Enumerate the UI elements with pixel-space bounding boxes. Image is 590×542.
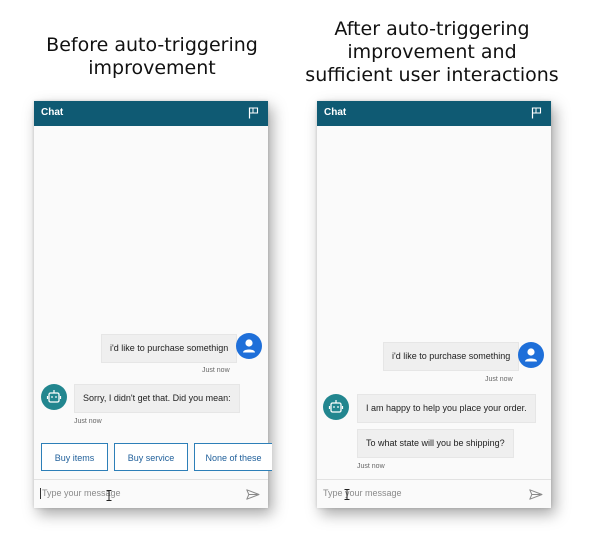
person-icon: [525, 348, 537, 362]
message-input-bar[interactable]: Type your message: [34, 479, 268, 508]
suggestion-buy-items[interactable]: Buy items: [41, 443, 108, 471]
left-caption-line-2: improvement: [88, 57, 216, 79]
bot-icon: [46, 390, 62, 403]
chat-header: Chat: [34, 101, 268, 126]
bot-avatar: [41, 384, 67, 410]
user-message: i'd like to purchase somethign: [101, 334, 238, 363]
bot-message-1: I am happy to help you place your order.: [357, 394, 536, 423]
message-input[interactable]: Type your message: [323, 488, 402, 498]
ibeam-cursor-icon: [344, 489, 350, 500]
right-caption-line-2: improvement and: [347, 41, 517, 63]
chat-title: Chat: [41, 107, 64, 118]
bot-avatar: [323, 394, 349, 420]
chat-header: Chat: [317, 101, 551, 126]
user-avatar: [518, 342, 544, 368]
user-timestamp: Just now: [202, 367, 230, 374]
user-message: i'd like to purchase something: [383, 342, 520, 371]
right-caption-line-1: After auto-triggering: [334, 18, 530, 40]
chat-title: Chat: [324, 107, 347, 118]
send-icon[interactable]: [246, 489, 260, 500]
bot-timestamp: Just now: [357, 463, 385, 470]
left-caption-line-1: Before auto-triggering: [46, 34, 258, 56]
message-input-bar[interactable]: Type your message: [317, 479, 551, 508]
user-timestamp: Just now: [485, 376, 513, 383]
right-caption: After auto-triggering improvement and su…: [300, 18, 564, 87]
suggestion-none-of-these[interactable]: None of these: [194, 443, 272, 471]
user-avatar: [236, 333, 262, 359]
person-icon: [243, 339, 255, 353]
suggestion-buy-service[interactable]: Buy service: [114, 443, 188, 471]
chat-window-after: Chat i'd like to purchase something Just…: [317, 101, 551, 508]
bot-message-2: To what state will you be shipping?: [357, 429, 514, 458]
right-caption-line-3: sufficient user interactions: [305, 64, 559, 86]
flag-icon[interactable]: [248, 107, 259, 119]
bot-timestamp: Just now: [74, 418, 102, 425]
ibeam-cursor-icon: [106, 490, 112, 501]
bot-message: Sorry, I didn't get that. Did you mean:: [74, 384, 240, 413]
flag-icon[interactable]: [531, 107, 542, 119]
left-caption: Before auto-triggering improvement: [34, 34, 270, 80]
text-caret: [40, 488, 41, 499]
bot-icon: [328, 400, 344, 413]
chat-window-before: Chat i'd like to purchase somethign Just…: [34, 101, 272, 508]
send-icon[interactable]: [529, 489, 543, 500]
